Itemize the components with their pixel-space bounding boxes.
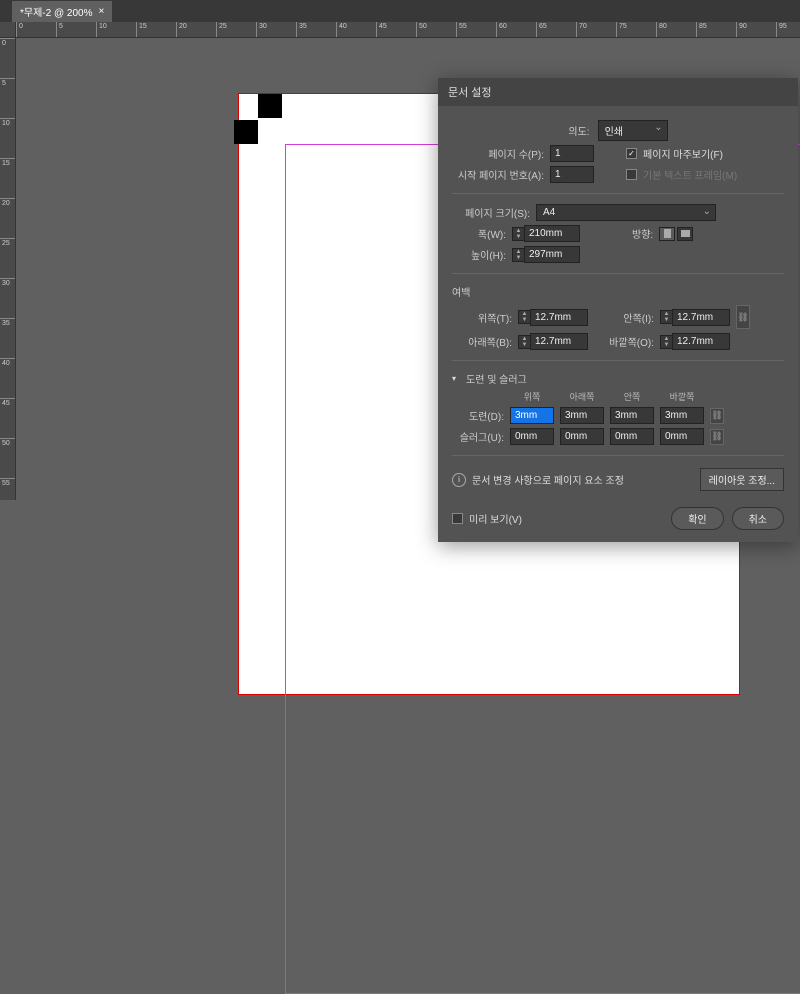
bleed-link-icon[interactable]: ⛓ [710,408,724,424]
tab-close-icon[interactable]: × [98,6,104,17]
facing-pages-label: 페이지 마주보기(F) [643,146,723,161]
slug-label: 슬러그(U): [452,429,504,444]
margins-section-label: 여백 [452,284,784,299]
col-outside: 바깥쪽 [660,390,704,403]
document-setup-dialog: 문서 설정 의도: 인쇄 페이지 수(P): 페이지 마주보기(F) 시작 페이… [438,78,798,542]
page-marker [258,94,282,118]
ok-button[interactable]: 확인 [671,507,723,530]
horizontal-ruler[interactable]: 0510152025303540455055606570758085909510… [16,22,800,38]
info-text: 문서 변경 사항으로 페이지 요소 조정 [472,472,624,487]
primary-text-frame-checkbox [626,169,637,180]
orientation-label: 방향: [632,226,653,241]
dialog-title: 문서 설정 [438,78,798,106]
facing-pages-checkbox[interactable] [626,148,637,159]
intent-label: 의도: [568,123,589,138]
bleed-outside-input[interactable] [660,407,704,424]
page-marker [234,120,258,144]
margin-outside-input[interactable] [672,333,730,350]
preview-checkbox[interactable] [452,513,463,524]
orientation-landscape-button[interactable] [677,227,693,241]
slug-link-icon[interactable]: ⛓ [710,429,724,445]
start-page-label: 시작 페이지 번호(A): [452,167,544,182]
col-inside: 안쪽 [610,390,654,403]
bleed-label: 도련(D): [452,408,504,423]
page-size-select[interactable]: A4 [536,204,716,221]
margin-outside-label: 바깥쪽(O): [594,334,654,349]
document-tab-bar: *무제-2 @ 200% × [0,0,800,22]
height-label: 높이(H): [452,247,506,262]
margin-bottom-label: 아래쪽(B): [452,334,512,349]
page-size-label: 페이지 크기(S): [452,205,530,220]
margin-inside-input[interactable] [672,309,730,326]
bleed-inside-input[interactable] [610,407,654,424]
document-tab[interactable]: *무제-2 @ 200% × [12,1,112,22]
intent-select[interactable]: 인쇄 [598,120,668,141]
margin-top-label: 위쪽(T): [452,310,512,325]
margin-inside-label: 안쪽(I): [594,310,654,325]
bleed-section-label: 도련 및 슬러그 [466,371,527,386]
bleed-top-input[interactable] [510,407,554,424]
pages-label: 페이지 수(P): [452,146,544,161]
col-top: 위쪽 [510,390,554,403]
slug-inside-input[interactable] [610,428,654,445]
orientation-portrait-button[interactable] [659,227,675,241]
col-bottom: 아래쪽 [560,390,604,403]
margin-bottom-input[interactable] [530,333,588,350]
cancel-button[interactable]: 취소 [732,507,784,530]
pages-input[interactable] [550,145,594,162]
margin-top-input[interactable] [530,309,588,326]
vertical-ruler[interactable]: 0510152025303540455055 [0,38,16,500]
preview-label: 미리 보기(V) [469,511,522,526]
tab-title: *무제-2 @ 200% [20,4,92,19]
adjust-layout-button[interactable]: 레이아웃 조정... [700,468,784,491]
height-input[interactable] [524,246,580,263]
margin-link-icon[interactable]: ⛓ [736,305,750,329]
width-input[interactable] [524,225,580,242]
width-label: 폭(W): [452,226,506,241]
slug-bottom-input[interactable] [560,428,604,445]
info-icon: i [452,473,466,487]
primary-text-frame-label: 기본 텍스트 프레임(M) [643,167,737,182]
start-page-input[interactable] [550,166,594,183]
slug-top-input[interactable] [510,428,554,445]
bleed-bottom-input[interactable] [560,407,604,424]
disclosure-icon[interactable]: ▾ [452,374,456,383]
ruler-origin[interactable] [0,22,16,38]
slug-outside-input[interactable] [660,428,704,445]
